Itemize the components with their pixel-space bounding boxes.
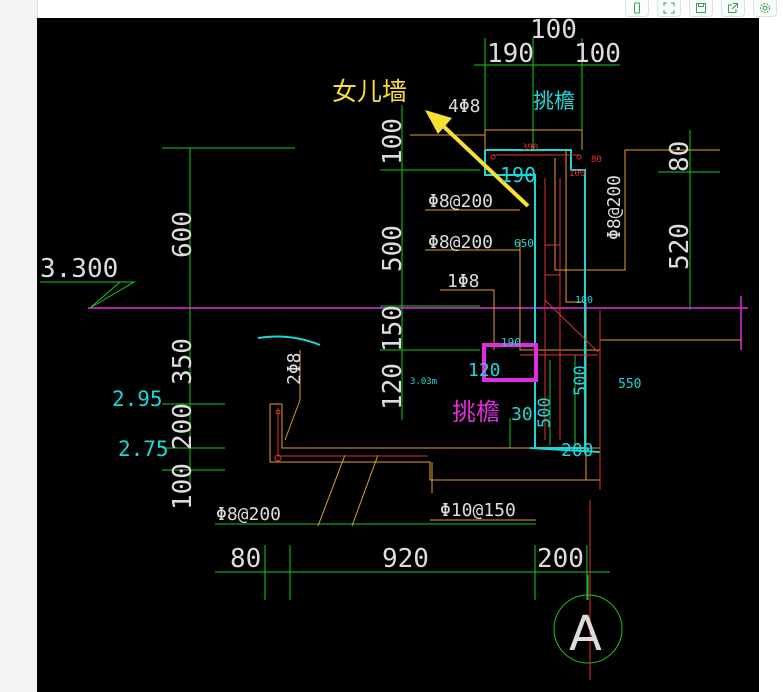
- cad-drawing-canvas: 女儿墙 挑檐 挑檐 100 190 100 80 920 200 3.300 1…: [37, 18, 759, 692]
- image-toolbar: [625, 0, 777, 17]
- cad-drawing: 女儿墙 挑檐 挑檐 100 190 100 80 920 200 3.300 1…: [40, 18, 748, 680]
- dim-left-100b: 100: [168, 463, 198, 510]
- dim-mid-390: 390: [522, 143, 538, 153]
- dim-top-190: 190: [487, 39, 534, 69]
- dim-mid-30: 30: [511, 404, 533, 425]
- elevation-295: 2.95: [112, 387, 163, 411]
- structure-outline: [269, 129, 741, 527]
- dim-mid-190: 190: [500, 163, 536, 187]
- dim-mid-550: 550: [618, 377, 641, 392]
- dim-bottom-920: 920: [382, 544, 429, 574]
- right-panel-margin: [759, 0, 783, 692]
- rebar-r2: Φ8@200: [428, 232, 493, 253]
- rebar-r3: 1Φ8: [447, 271, 480, 292]
- elevation-main: 3.300: [40, 254, 118, 284]
- dim-left-200: 200: [168, 403, 198, 450]
- dim-mid-190b: 190: [501, 336, 521, 349]
- rebar-r7: Φ10@150: [440, 500, 516, 521]
- dim-mid-100: 100: [569, 169, 585, 179]
- dim-mid-500b: 500: [535, 397, 555, 428]
- dim-bottom-200: 200: [537, 544, 584, 574]
- dim-left-100: 100: [378, 118, 408, 165]
- dim-left-120: 120: [378, 363, 408, 410]
- fullscreen-icon[interactable]: [657, 0, 681, 17]
- rebar-r6: Φ8@200: [216, 504, 281, 525]
- save-icon[interactable]: [689, 0, 713, 17]
- dim-left-500: 500: [378, 225, 408, 272]
- dim-right-520: 520: [665, 223, 695, 270]
- dim-mid-100c: 100: [575, 295, 593, 306]
- dim-right-80: 80: [665, 141, 695, 172]
- elevation-small: 3.03m: [410, 377, 437, 387]
- settings-gear-icon[interactable]: [753, 0, 777, 17]
- cornice-label-top: 挑檐: [533, 89, 575, 113]
- cornice-label-mid: 挑檐: [452, 398, 500, 426]
- left-panel-margin: [0, 0, 38, 692]
- dim-mid-120: 120: [468, 360, 501, 381]
- dim-bottom-80: 80: [230, 544, 261, 574]
- rebar-r1: Φ8@200: [428, 191, 493, 212]
- dim-mid-200: 200: [561, 440, 594, 461]
- dim-mid-650: 650: [514, 237, 534, 250]
- dim-mid-80: 80: [591, 155, 602, 165]
- parapet-label: 女儿墙: [332, 77, 407, 106]
- dim-left-150: 150: [378, 305, 408, 352]
- dim-mid-500: 500: [571, 365, 591, 396]
- dim-top-100: 100: [530, 18, 577, 45]
- rebar-r4: Φ8@200: [604, 175, 625, 240]
- dim-left-600: 600: [168, 211, 198, 258]
- grid-axis-label: A: [569, 606, 602, 662]
- dim-left-350: 350: [168, 338, 198, 385]
- rebar-r5: 2Φ8: [284, 352, 305, 385]
- rebar-top-bars: 4Φ8: [448, 96, 481, 117]
- elevation-275: 2.75: [118, 437, 169, 461]
- mobile-icon[interactable]: [625, 0, 649, 17]
- dim-top-100b: 100: [574, 39, 621, 69]
- share-icon[interactable]: [721, 0, 745, 17]
